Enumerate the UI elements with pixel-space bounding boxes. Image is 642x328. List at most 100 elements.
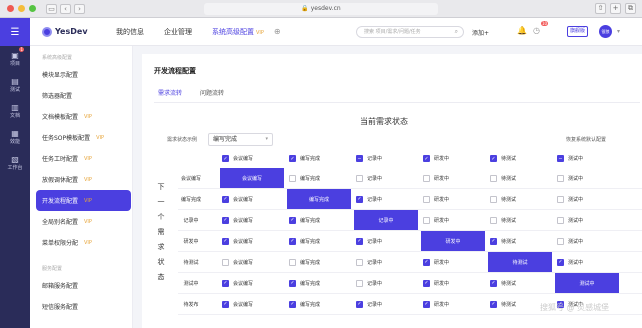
checkbox-icon[interactable] — [423, 195, 430, 203]
sidebar-item-6[interactable]: 开发流程配置 VIP — [36, 190, 131, 211]
rail-item-2[interactable]: ▥ 文档 — [0, 98, 30, 124]
transition-cell[interactable]: 研发中 — [421, 168, 485, 188]
checkbox-icon[interactable] — [557, 216, 564, 224]
checkbox-icon[interactable] — [356, 174, 363, 182]
transition-cell[interactable]: 测试中 — [555, 210, 619, 230]
back-icon[interactable]: ‹ — [60, 3, 71, 14]
transition-cell[interactable]: 测试中 — [555, 231, 619, 251]
transition-cell[interactable]: ✓ 测试中 — [555, 252, 619, 272]
sidebar-item-3[interactable]: 任务SOP模板配置 VIP — [30, 127, 132, 148]
window-controls[interactable] — [7, 5, 36, 12]
checkbox-icon[interactable]: ✓ — [222, 195, 229, 203]
checkbox-icon[interactable]: ✓ — [423, 258, 430, 266]
sidebar-item-0[interactable]: 模块显示配置 — [30, 64, 132, 85]
checkbox-icon[interactable] — [423, 216, 430, 224]
avatar[interactable]: 银狼 — [599, 25, 612, 38]
minimize-window-icon[interactable] — [18, 5, 25, 12]
checkbox-icon[interactable]: ✓ — [222, 237, 229, 245]
checkbox-icon[interactable]: ✓ — [423, 155, 430, 162]
close-window-icon[interactable] — [7, 5, 14, 12]
clock-icon[interactable]: ◷ — [533, 26, 540, 35]
checkbox-icon[interactable] — [423, 174, 430, 182]
transition-cell[interactable]: 记录中 — [354, 252, 418, 272]
checkbox-icon[interactable]: ✓ — [423, 279, 430, 287]
transition-cell[interactable]: 编写完成 — [287, 252, 351, 272]
rail-item-3[interactable]: ▦ 效能 — [0, 124, 30, 150]
forward-icon[interactable]: › — [74, 3, 85, 14]
rail-item-0[interactable]: ▣ 项目 1 — [0, 46, 30, 72]
transition-cell[interactable]: 待测试 — [488, 210, 552, 230]
transition-cell[interactable]: ✓ 会议编写 — [220, 273, 284, 293]
checkbox-icon[interactable] — [490, 216, 497, 224]
search-icon[interactable]: ⌕ — [455, 27, 458, 37]
maximize-window-icon[interactable] — [29, 5, 36, 12]
sidebar-item-1[interactable]: 筛选器配置 — [30, 85, 132, 106]
transition-cell[interactable]: ✓ 记录中 — [354, 294, 418, 314]
checkbox-icon[interactable]: ✓ — [490, 279, 497, 287]
transition-cell[interactable]: ✓ 编写完成 — [287, 231, 351, 251]
checkbox-icon[interactable]: ✓ — [356, 195, 363, 203]
transition-cell[interactable]: 测试中 — [555, 189, 619, 209]
example-select[interactable]: 编写完成 ▾ — [208, 133, 273, 146]
add-button[interactable]: 添加+ — [472, 28, 489, 37]
chevron-down-icon[interactable]: ▾ — [617, 28, 620, 35]
checkbox-icon[interactable]: − — [356, 155, 363, 162]
checkbox-icon[interactable]: ✓ — [356, 237, 363, 245]
checkbox-icon[interactable]: ✓ — [222, 155, 229, 162]
checkbox-icon[interactable] — [490, 174, 497, 182]
nav-enterprise[interactable]: 企业管理 — [164, 27, 192, 37]
checkbox-icon[interactable]: ✓ — [423, 300, 430, 308]
menu-icon[interactable]: ☰ — [0, 18, 30, 46]
plan-badge[interactable]: 旗舰版 — [567, 26, 588, 37]
checkbox-icon[interactable]: ✓ — [222, 300, 229, 308]
transition-cell[interactable]: 研发中 — [421, 210, 485, 230]
checkbox-icon[interactable]: ✓ — [289, 237, 296, 245]
sidebar-item-2[interactable]: 文档模板配置 VIP — [30, 106, 132, 127]
transition-cell[interactable]: ✓ 会议编写 — [220, 189, 284, 209]
transition-cell[interactable]: ✓ 记录中 — [354, 231, 418, 251]
sidebar-item-5[interactable]: 放假调休配置 VIP — [30, 169, 132, 190]
search-input[interactable]: 搜索 项目/需求/问题/任务 ⌕ — [356, 26, 464, 38]
transition-cell[interactable]: ✓ 编写完成 — [287, 210, 351, 230]
sidebar-item-4[interactable]: 任务工时配置 VIP — [30, 148, 132, 169]
rail-item-1[interactable]: ▤ 测试 — [0, 72, 30, 98]
transition-cell[interactable]: 研发中 — [421, 189, 485, 209]
transition-cell[interactable]: ✓ 会议编写 — [220, 231, 284, 251]
transition-cell[interactable]: 测试中 — [555, 168, 619, 188]
checkbox-icon[interactable]: − — [557, 155, 564, 162]
checkbox-icon[interactable]: ✓ — [289, 155, 296, 162]
new-tab-icon[interactable]: + — [610, 3, 621, 14]
checkbox-icon[interactable] — [356, 258, 363, 266]
checkbox-icon[interactable]: ✓ — [222, 279, 229, 287]
transition-cell[interactable]: ✓ 研发中 — [421, 252, 485, 272]
transition-cell[interactable]: ✓ 记录中 — [354, 189, 418, 209]
transition-cell[interactable]: 编写完成 — [287, 168, 351, 188]
checkbox-icon[interactable]: ✓ — [289, 300, 296, 308]
checkbox-icon[interactable] — [289, 174, 296, 182]
sidebar-item-8[interactable]: 菜单权限分配 VIP — [30, 232, 132, 253]
checkbox-icon[interactable] — [356, 279, 363, 287]
checkbox-icon[interactable] — [557, 195, 564, 203]
share-icon[interactable]: ⇧ — [595, 3, 606, 14]
bell-icon[interactable]: 🔔 — [517, 26, 527, 35]
checkbox-icon[interactable]: ✓ — [289, 216, 296, 224]
checkbox-icon[interactable] — [289, 258, 296, 266]
restore-default-link[interactable]: 恢复系统默认配置 — [566, 136, 606, 143]
tab-demand-flow[interactable]: 需求流转 — [158, 88, 183, 103]
transition-cell[interactable]: 记录中 — [354, 273, 418, 293]
sidebar-service-item-1[interactable]: 短信服务配置 — [30, 296, 132, 317]
checkbox-icon[interactable]: ✓ — [557, 258, 564, 266]
sidebar-toggle-icon[interactable]: ▭ — [46, 3, 57, 14]
transition-cell[interactable]: 待测试 — [488, 189, 552, 209]
transition-cell[interactable]: ✓ 待测试 — [488, 273, 552, 293]
transition-cell[interactable]: ✓ 会议编写 — [220, 210, 284, 230]
nav-my-info[interactable]: 我的信息 — [116, 27, 144, 37]
transition-cell[interactable]: ✓ 研发中 — [421, 273, 485, 293]
transition-cell[interactable]: ✓ 编写完成 — [287, 294, 351, 314]
checkbox-icon[interactable]: ✓ — [490, 155, 497, 162]
add-nav-icon[interactable]: ⊕ — [274, 27, 281, 36]
rail-item-4[interactable]: ▧ 工作台 — [0, 150, 30, 176]
app-logo[interactable]: YesDev — [42, 26, 102, 37]
transition-cell[interactable]: 记录中 — [354, 168, 418, 188]
checkbox-icon[interactable]: ✓ — [356, 300, 363, 308]
